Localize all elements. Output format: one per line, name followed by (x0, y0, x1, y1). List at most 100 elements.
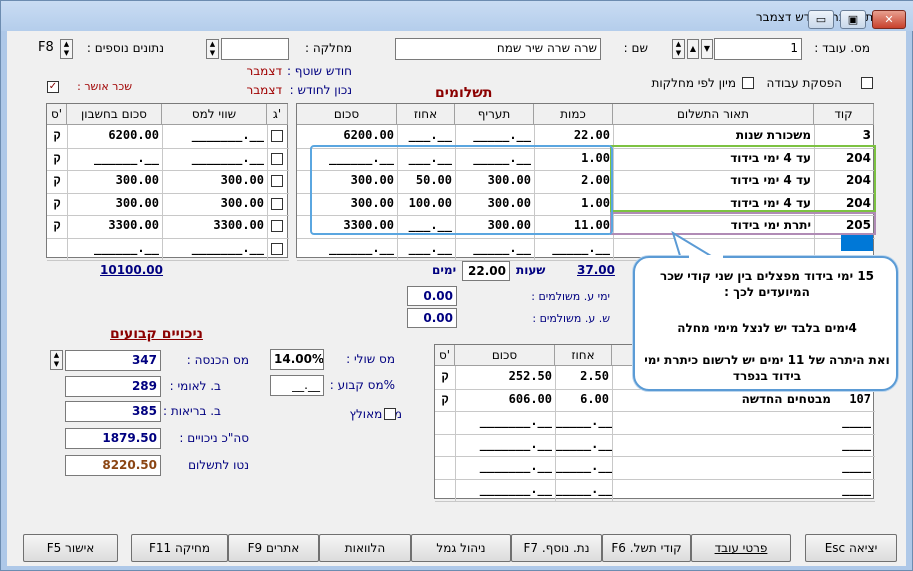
ded-code-cell[interactable]: ____ (834, 437, 874, 455)
loans-button[interactable]: הלוואות (319, 534, 411, 562)
paid-hours-input[interactable]: 0.00 (407, 308, 457, 328)
name-input[interactable]: שרה שרה שיר שמח (395, 38, 601, 60)
row-checkbox[interactable] (271, 175, 283, 187)
ded-s-cell[interactable] (435, 414, 455, 432)
income-tax-spinner[interactable]: ▲ ▼ (50, 350, 63, 370)
employee-dropdown[interactable]: ▼ (701, 39, 713, 59)
row-checkbox[interactable] (271, 242, 283, 255)
payment-cell-qty[interactable]: 22.00 (534, 128, 613, 146)
ded-desc-cell[interactable] (612, 414, 834, 432)
marginal-tax-input[interactable]: 14.00% (270, 349, 324, 370)
ded-desc-cell[interactable] (612, 459, 834, 477)
extra-data-spinner[interactable]: ▲ ▼ (60, 39, 73, 59)
row-checkbox[interactable] (271, 197, 283, 210)
ded-s-cell[interactable]: ק (435, 369, 455, 387)
ded-code-cell[interactable]: ____ (834, 459, 874, 477)
row-checkbox[interactable] (271, 130, 283, 142)
employee-next-button[interactable]: ▲ (687, 39, 699, 59)
s-cell[interactable]: ק (47, 173, 67, 191)
gross-cell[interactable]: ______.__ (67, 151, 162, 169)
tax-value-cell[interactable]: 300.00 (162, 196, 267, 214)
extra-data-button[interactable]: נת. נוסף. F7 (511, 534, 602, 562)
active-cell[interactable] (841, 235, 873, 251)
ded-code-cell[interactable]: ____ (834, 414, 874, 432)
approve-button[interactable]: אישור F5 (23, 534, 118, 562)
ded-pct-cell[interactable]: _____.__ (555, 459, 612, 477)
dept-input[interactable] (221, 38, 289, 60)
maximize-button[interactable]: ▣ (840, 10, 866, 29)
approved-salary-checkbox[interactable]: ✓ (47, 81, 59, 93)
fixed-tax-input[interactable]: __.__ (270, 375, 324, 396)
s-cell[interactable]: ק (47, 196, 67, 214)
minimize-button[interactable]: ▭ (808, 10, 834, 29)
row-checkbox[interactable] (271, 220, 283, 232)
gross-cell[interactable]: 300.00 (67, 173, 162, 191)
qty-total: 37.00 (577, 263, 615, 277)
employee-spinner[interactable]: ▲ ▼ (672, 39, 685, 59)
weighted-tax-checkbox[interactable] (384, 408, 396, 420)
ded-amount-cell[interactable]: _______.__ (455, 482, 555, 500)
gross-cell[interactable]: 6200.00 (67, 128, 162, 146)
paid-days-input[interactable]: 0.00 (407, 286, 457, 306)
ded-pct-cell[interactable]: _____.__ (555, 414, 612, 432)
exit-button[interactable]: יציאה Esc (805, 534, 897, 562)
ded-pct-cell[interactable]: 6.00 (555, 392, 612, 410)
net-pay-input[interactable]: 8220.50 (65, 455, 161, 476)
gross-cell[interactable]: ______.__ (67, 241, 162, 259)
ded-desc-cell[interactable]: מבטחים החדשה (612, 392, 834, 410)
ded-s-cell[interactable] (435, 482, 455, 500)
row-checkbox[interactable] (271, 152, 283, 165)
ded-s-cell[interactable] (435, 437, 455, 455)
ded-desc-cell[interactable] (612, 482, 834, 500)
ded-amount-cell[interactable]: _______.__ (455, 459, 555, 477)
payment-cell-desc[interactable]: משכורת שנות (613, 128, 814, 146)
employee-no-input[interactable]: 1 (714, 38, 802, 60)
income-tax-input[interactable]: 347 (65, 350, 161, 371)
ded-code-cell[interactable]: ____ (834, 482, 874, 500)
payment-cell-qty[interactable]: _____.__ (534, 241, 613, 259)
payment-cell-rate[interactable]: _____.__ (455, 128, 534, 146)
tax-value-cell[interactable]: _______.__ (162, 151, 267, 169)
payment-codes-button[interactable]: קודי תשל. F6 (602, 534, 691, 562)
ded-pct-cell[interactable]: 2.50 (555, 369, 612, 387)
ded-amount-cell[interactable]: _______.__ (455, 437, 555, 455)
ded-pct-cell[interactable]: _____.__ (555, 482, 612, 500)
payment-cell-pct[interactable]: ___.__ (397, 128, 455, 146)
close-button[interactable]: ✕ (872, 10, 906, 29)
dept-spinner[interactable]: ▲ ▼ (206, 39, 219, 59)
ded-pct-cell[interactable]: _____.__ (555, 437, 612, 455)
ded-amount-cell[interactable]: _______.__ (455, 414, 555, 432)
ded-s-cell[interactable] (435, 459, 455, 477)
s-cell[interactable]: ק (47, 151, 67, 169)
ded-s-cell[interactable]: ק (435, 392, 455, 410)
payment-cell-rate[interactable]: _____.__ (455, 241, 534, 259)
gross-cell[interactable]: 3300.00 (67, 218, 162, 236)
provident-button[interactable]: ניהול גמל (411, 534, 511, 562)
extra-data-key[interactable]: F8 (38, 40, 54, 55)
sort-dept-checkbox[interactable] (742, 77, 754, 89)
tax-value-cell[interactable]: 3300.00 (162, 218, 267, 236)
tax-value-cell[interactable]: _______.__ (162, 128, 267, 146)
alerts-button[interactable]: אתרים F9 (228, 534, 319, 562)
tax-value-cell[interactable]: 300.00 (162, 173, 267, 191)
total-deductions-input[interactable]: 1879.50 (65, 428, 161, 449)
ded-desc-cell[interactable] (612, 437, 834, 455)
stop-work-checkbox[interactable] (861, 77, 873, 89)
ded-amount-cell[interactable]: 252.50 (455, 369, 555, 387)
s-cell[interactable]: ק (47, 128, 67, 146)
payment-cell-code[interactable]: 3 (814, 128, 874, 146)
ded-amount-cell[interactable]: 606.00 (455, 392, 555, 410)
payment-cell-amount[interactable]: 6200.00 (297, 128, 397, 146)
s-cell[interactable] (47, 241, 67, 259)
health-input[interactable]: 385 (65, 401, 161, 422)
employee-details-button[interactable]: פרטי עובד (691, 534, 791, 562)
payment-cell-pct[interactable]: ___.__ (397, 241, 455, 259)
tax-value-cell[interactable]: _______.__ (162, 241, 267, 259)
payment-cell-amount[interactable]: ______.__ (297, 241, 397, 259)
delete-button[interactable]: מחיקה F11 (131, 534, 228, 562)
gross-cell[interactable]: 300.00 (67, 196, 162, 214)
hours-input[interactable]: 22.00 (462, 261, 510, 281)
s-cell[interactable]: ק (47, 218, 67, 236)
national-ins-input[interactable]: 289 (65, 376, 161, 397)
ded-code-cell[interactable]: 107 (834, 392, 874, 410)
